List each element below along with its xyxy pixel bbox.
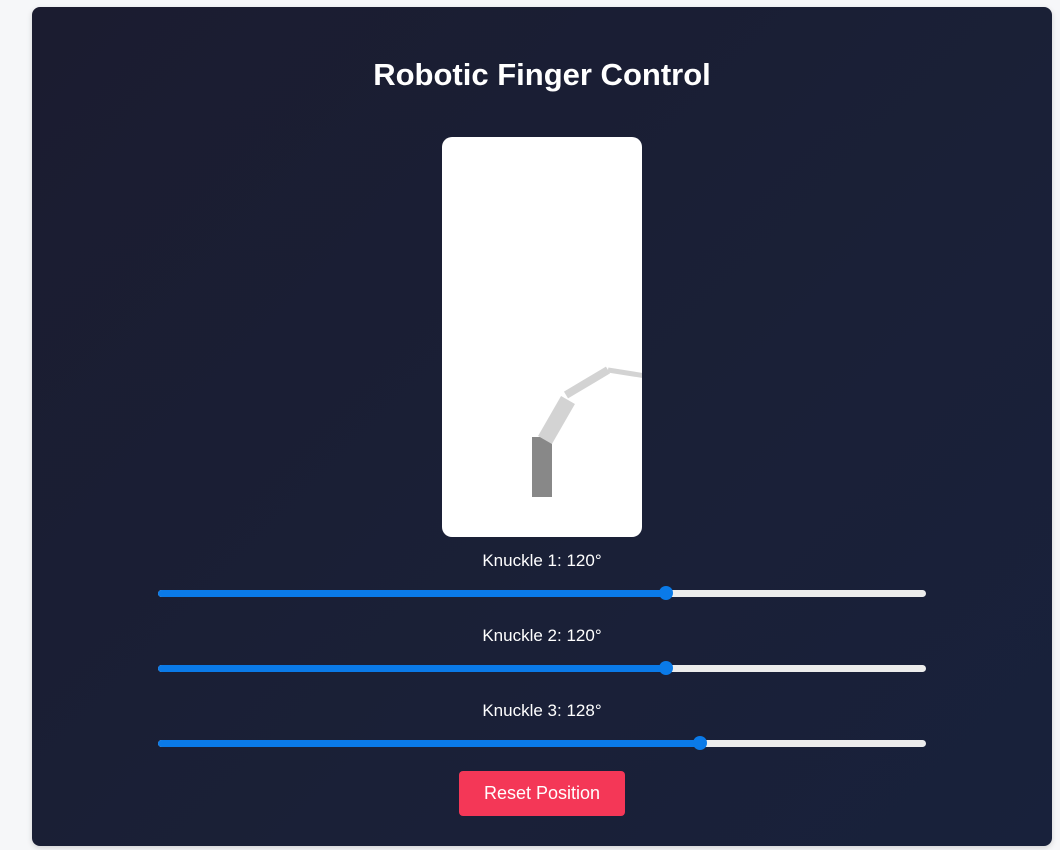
knuckle-2-value: 120°: [566, 626, 602, 645]
knuckle-2-slider[interactable]: [158, 660, 926, 676]
knuckle-3-value: 128°: [566, 701, 602, 720]
slider-thumb[interactable]: [659, 586, 674, 600]
reset-position-button[interactable]: Reset Position: [459, 771, 625, 816]
knuckle-2-label: Knuckle 2: 120°: [32, 626, 1052, 646]
slider-fill: [158, 590, 667, 597]
slider-fill: [158, 665, 667, 672]
finger-segment-1: [538, 396, 575, 444]
knuckle-1-value: 120°: [566, 551, 602, 570]
knuckle-1-label: Knuckle 1: 120°: [32, 551, 1052, 571]
finger-illustration: [532, 366, 642, 497]
finger-segment-2: [563, 366, 611, 399]
knuckle-1-label-text: Knuckle 1:: [482, 551, 562, 570]
finger-segment-3: [607, 367, 642, 378]
slider-thumb[interactable]: [659, 661, 674, 675]
knuckle-3-label-text: Knuckle 3:: [482, 701, 562, 720]
slider-thumb[interactable]: [693, 736, 708, 750]
page-title: Robotic Finger Control: [373, 57, 711, 92]
slider-fill: [158, 740, 701, 747]
knuckle-3-label: Knuckle 3: 128°: [32, 701, 1052, 721]
knuckle-3-slider[interactable]: [158, 735, 926, 751]
knuckle-2-label-text: Knuckle 2:: [482, 626, 562, 645]
knuckle-1-slider[interactable]: [158, 585, 926, 601]
finger-base: [532, 437, 552, 497]
control-panel: Robotic Finger Control Knuckle 1: 120° K…: [32, 7, 1052, 846]
finger-canvas: [442, 137, 642, 537]
